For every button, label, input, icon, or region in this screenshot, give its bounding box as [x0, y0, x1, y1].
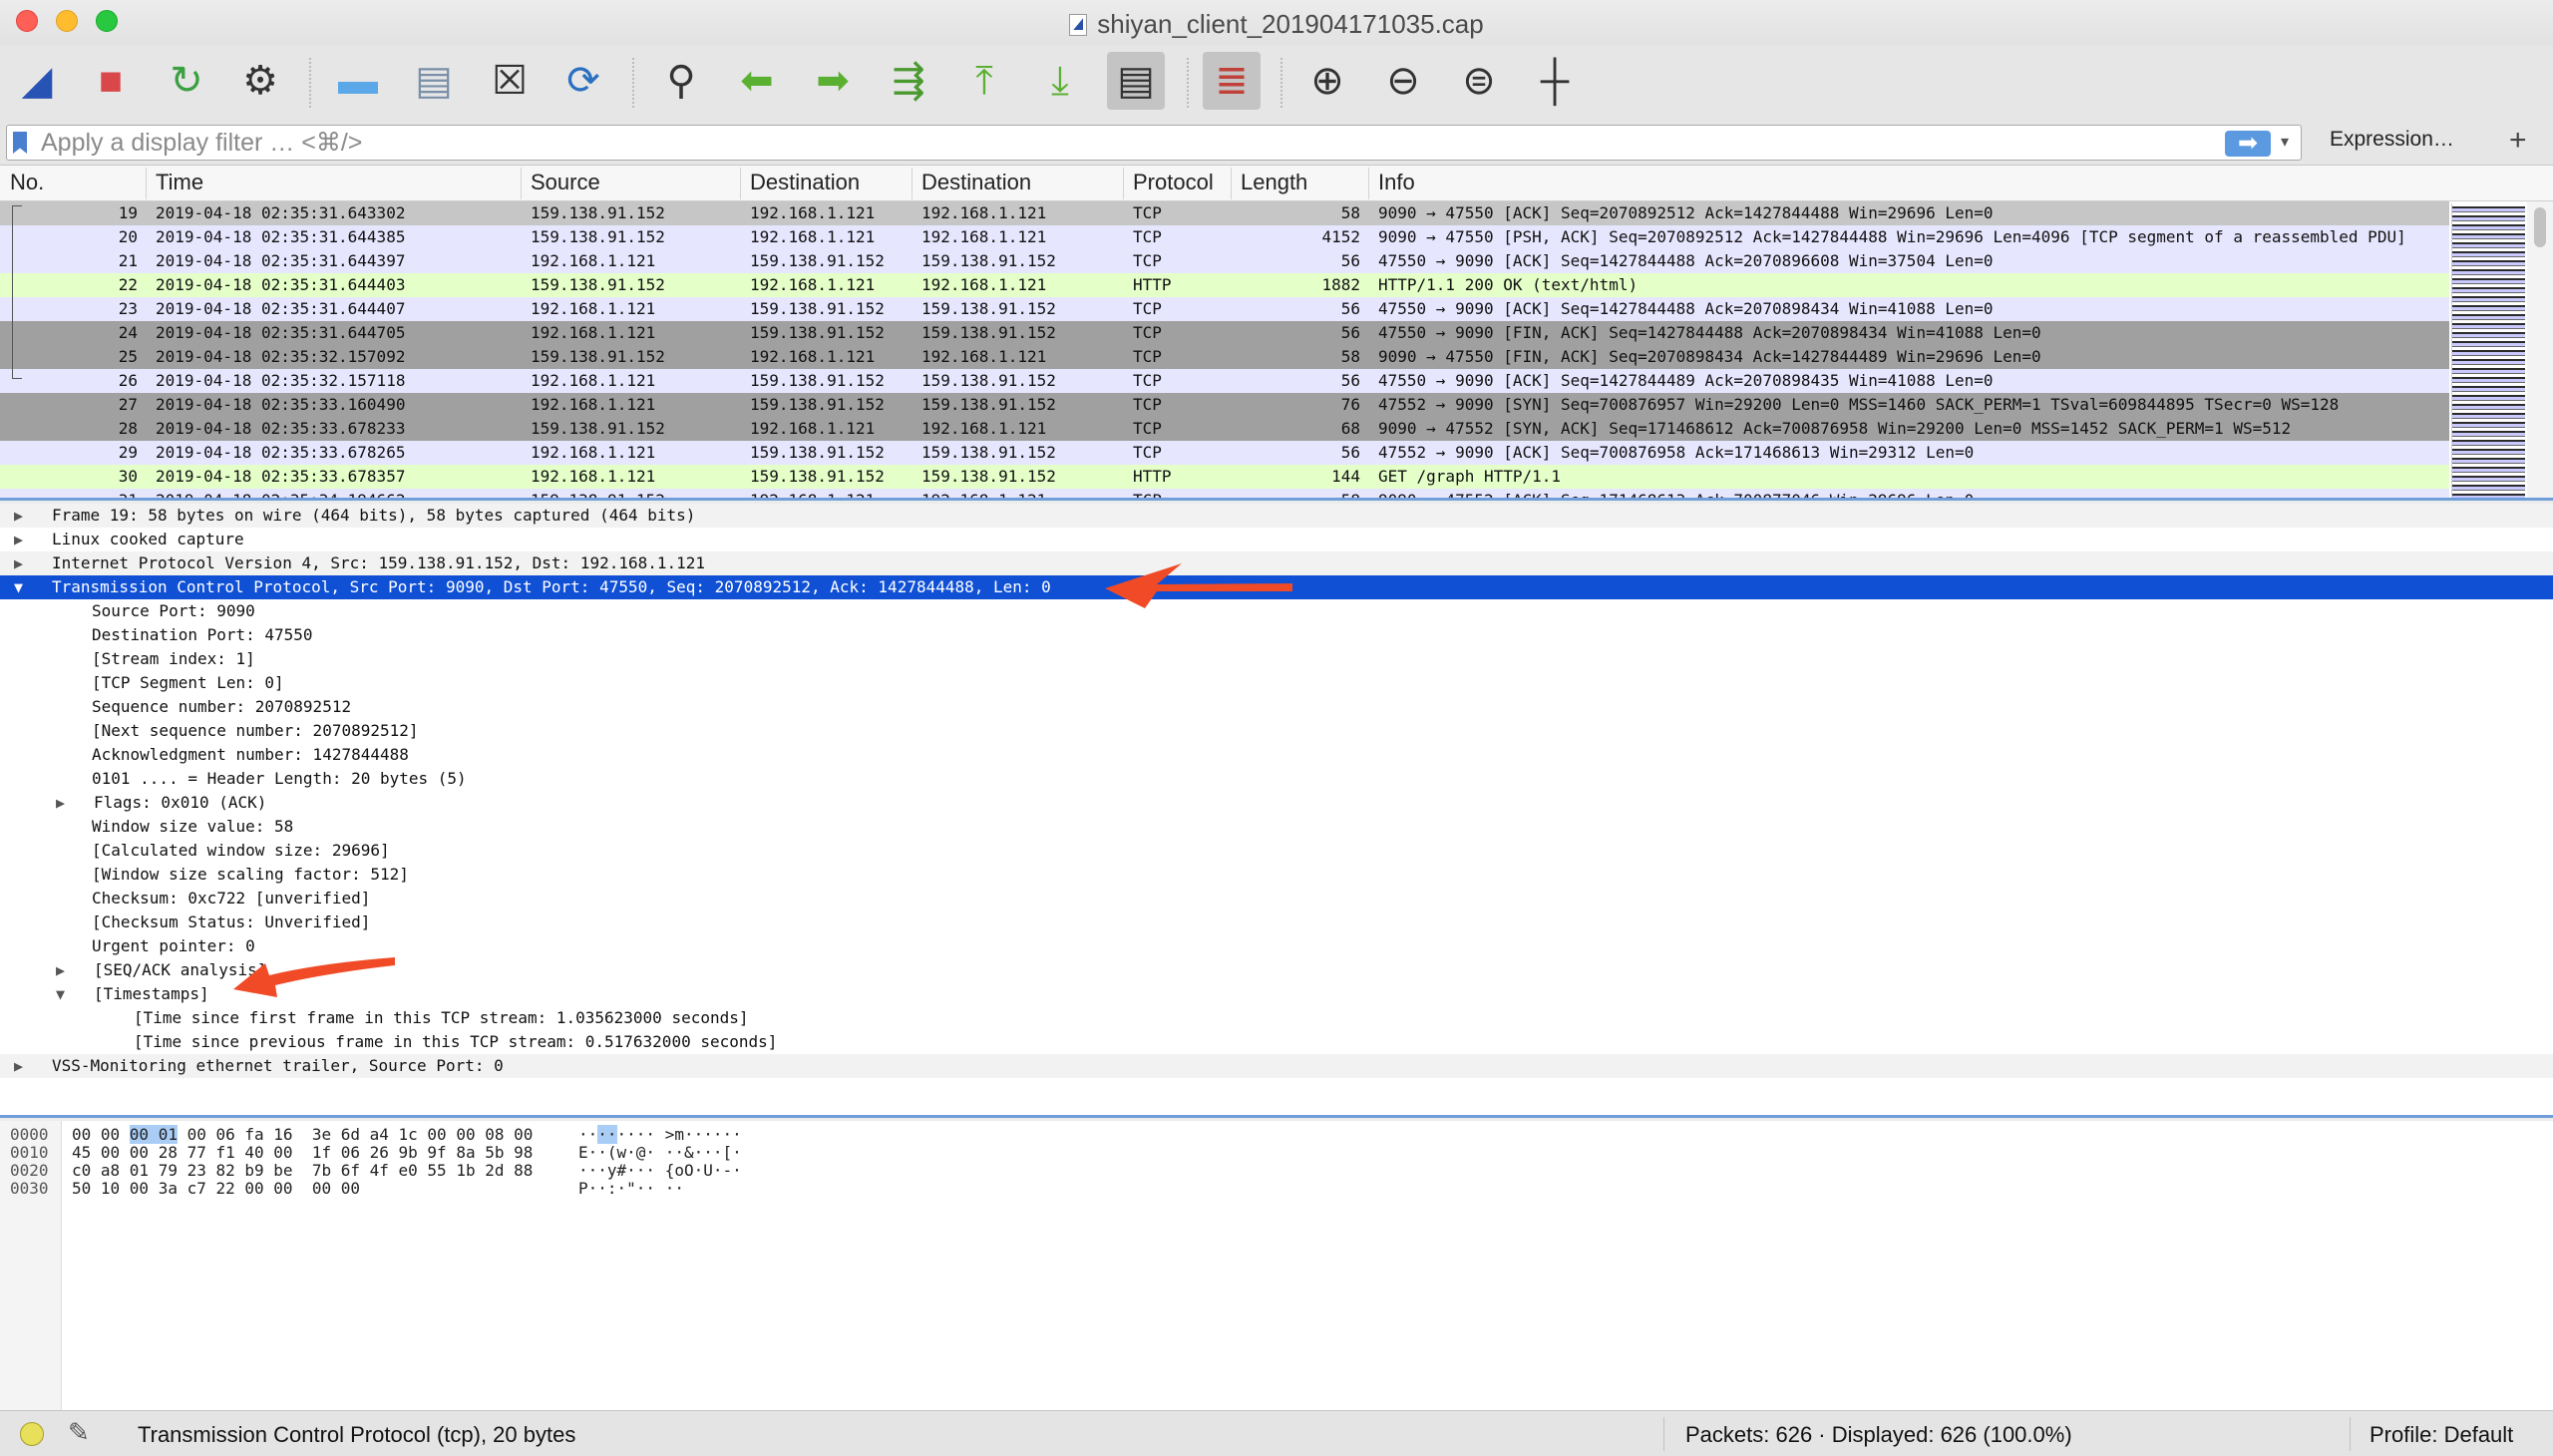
byte-ascii-part: E··(w·@· ··&···[· [578, 1143, 742, 1162]
byte-offset: 0020 [10, 1161, 49, 1180]
byte-offset: 0030 [10, 1179, 49, 1198]
byte-hex-highlight: 00 01 [129, 1125, 178, 1144]
byte-ascii-part: P··:·"·· ·· [578, 1179, 684, 1198]
byte-hex[interactable]: 50 10 00 3a c7 22 00 00 00 00 [72, 1179, 360, 1198]
byte-hex[interactable]: c0 a8 01 79 23 82 b9 be 7b 6f 4f e0 55 1… [72, 1161, 533, 1180]
expert-info-led-icon[interactable] [20, 1422, 44, 1446]
byte-hex[interactable]: 00 00 00 01 00 06 fa 16 3e 6d a4 1c 00 0… [72, 1125, 533, 1144]
byte-hex-part: 45 00 00 28 77 f1 40 00 1f 06 26 9b 9f 8… [72, 1143, 534, 1162]
packet-bytes-pane: 0000 00 00 00 01 00 06 fa 16 3e 6d a4 1c … [0, 1121, 2553, 1410]
byte-offset: 0000 [10, 1125, 49, 1144]
byte-hex[interactable]: 45 00 00 28 77 f1 40 00 1f 06 26 9b 9f 8… [72, 1143, 533, 1162]
byte-ascii[interactable]: ···y#··· {oO·U·-· [578, 1161, 742, 1180]
byte-ascii[interactable]: P··:·"·· ·· [578, 1179, 684, 1198]
byte-ascii[interactable]: E··(w·@· ··&···[· [578, 1143, 742, 1162]
byte-hex-part: 00 00 [72, 1125, 130, 1144]
byte-hex-part: 50 10 00 3a c7 22 00 00 00 00 [72, 1179, 360, 1198]
capture-comment-edit-icon[interactable]: ✎ [68, 1417, 90, 1448]
byte-ascii-part: ·· [578, 1125, 598, 1144]
byte-hex-part: 00 06 fa 16 3e 6d a4 1c 00 00 08 00 [177, 1125, 534, 1144]
status-bar: ✎ Transmission Control Protocol (tcp), 2… [0, 1410, 2553, 1456]
red-arrow-timestamps [233, 957, 395, 997]
byte-ascii-highlight: ·· [597, 1125, 617, 1144]
byte-ascii-part: ···· >m······ [616, 1125, 742, 1144]
red-arrow-tcp [1105, 563, 1292, 608]
byte-offset: 0010 [10, 1143, 49, 1162]
byte-ascii-part: ···y#··· {oO·U·-· [578, 1161, 742, 1180]
byte-hex-part: c0 a8 01 79 23 82 b9 be 7b 6f 4f e0 55 1… [72, 1161, 534, 1180]
status-profile[interactable]: Profile: Default [2370, 1422, 2513, 1448]
status-field-text: Transmission Control Protocol (tcp), 20 … [138, 1422, 576, 1447]
status-packet-count: Packets: 626 · Displayed: 626 (100.0%) [1685, 1422, 2072, 1447]
byte-ascii[interactable]: ········ >m······ [578, 1125, 742, 1144]
